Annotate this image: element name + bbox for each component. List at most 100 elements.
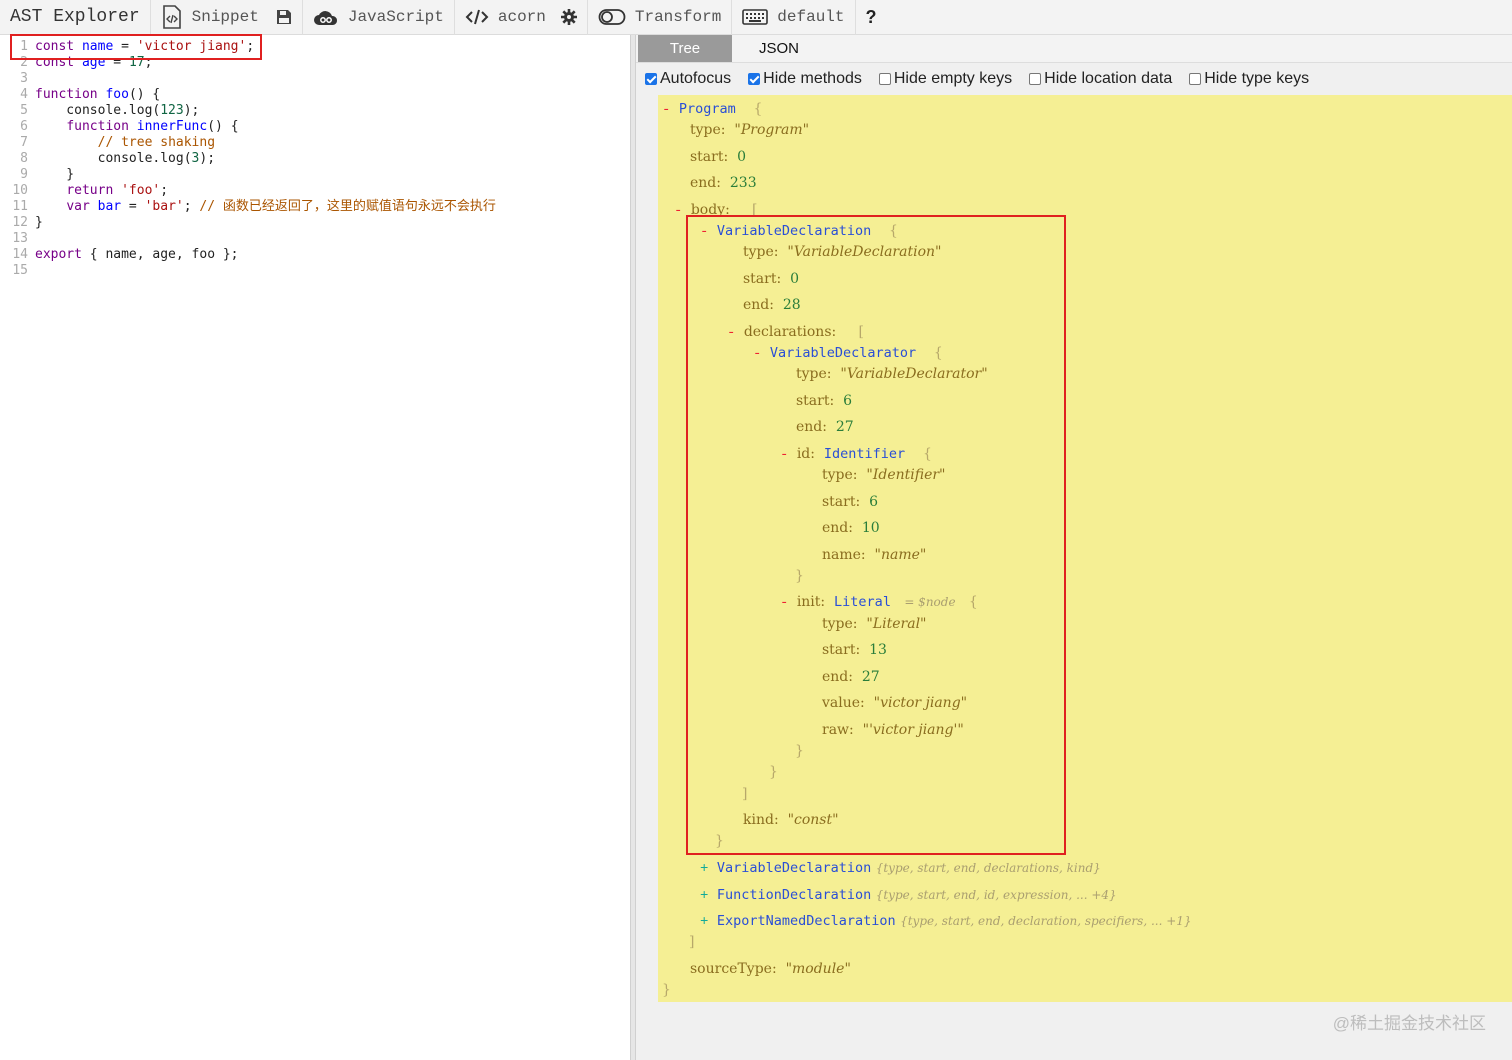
help-button[interactable]: ?: [856, 0, 887, 35]
code-token: var: [66, 199, 90, 214]
language-select[interactable]: JavaScript: [303, 0, 455, 35]
code-line[interactable]: 9 }: [0, 167, 620, 183]
line-number: 6: [20, 119, 28, 134]
transform-label: Transform: [634, 8, 722, 26]
code-token: );: [199, 151, 216, 166]
code-token: }: [35, 167, 75, 182]
line-code: function foo() {: [35, 87, 160, 103]
checkbox[interactable]: [748, 73, 761, 85]
option-hide-location-data[interactable]: Hide location data: [1020, 70, 1172, 88]
toggle-icon: [598, 8, 626, 26]
code-token: return: [66, 183, 114, 198]
expand-toggle[interactable]: +: [700, 888, 717, 904]
code-token: console.log(: [35, 103, 161, 118]
keymap-select[interactable]: default: [732, 0, 856, 35]
keymap-label: default: [777, 8, 845, 26]
code-token: // tree shaking: [97, 135, 216, 150]
checkbox-label: Autofocus: [660, 70, 732, 87]
keyboard-icon: [742, 9, 769, 25]
node-name[interactable]: Program: [679, 101, 736, 117]
code-token: innerFunc: [136, 119, 208, 134]
output-tabs: Tree JSON: [636, 35, 1512, 63]
snippet-icon: [161, 5, 183, 29]
code-token: }: [35, 215, 43, 230]
line-code: // tree shaking: [35, 135, 215, 151]
line-code: }: [35, 215, 43, 231]
tab-json[interactable]: JSON: [734, 35, 824, 62]
line-number: 12: [12, 215, 28, 230]
code-token: () {: [128, 87, 161, 102]
checkbox-label: Hide location data: [1044, 70, 1173, 87]
code-line[interactable]: 13: [0, 231, 620, 247]
code-token: 123: [160, 103, 184, 118]
line-number: 15: [12, 263, 28, 278]
tab-tree[interactable]: Tree: [638, 35, 732, 62]
tree-options: Autofocus Hide methods Hide empty keys Hide…: [636, 63, 1512, 95]
checkbox[interactable]: [878, 73, 891, 85]
line-code: export { name, age, foo };: [35, 247, 239, 263]
node-name[interactable]: VariableDeclaration: [717, 860, 871, 876]
toolbar: AST Explorer Snippet JavaScript acorn Tr…: [0, 0, 1512, 35]
code-line[interactable]: 10 return 'foo';: [0, 183, 620, 199]
code-token: ;: [160, 183, 169, 198]
gear-icon[interactable]: [560, 9, 577, 25]
option-hide-type-keys[interactable]: Hide type keys: [1180, 70, 1309, 88]
option-hide-empty-keys[interactable]: Hide empty keys: [870, 70, 1012, 88]
save-icon[interactable]: [276, 9, 292, 25]
cloud-icon: [313, 8, 339, 26]
checkbox-label: Hide type keys: [1204, 70, 1310, 87]
code-token: 'foo': [121, 183, 161, 198]
code-token: ;: [183, 199, 200, 214]
checkbox[interactable]: [645, 73, 657, 85]
language-label: JavaScript: [347, 8, 444, 26]
property-value: 0: [737, 149, 747, 165]
code-token: console.log(: [35, 151, 192, 166]
code-line[interactable]: 7 // tree shaking: [0, 135, 620, 151]
code-token: export: [35, 247, 82, 262]
node-name[interactable]: ExportNamedDeclaration: [717, 913, 896, 929]
watermark: @稀土掘金技术社区: [1332, 1014, 1486, 1033]
code-line[interactable]: 6 function innerFunc() {: [0, 119, 620, 135]
node-name[interactable]: FunctionDeclaration: [717, 887, 871, 903]
snippet-button[interactable]: Snippet: [151, 0, 303, 35]
code-editor[interactable]: 1 const name = 'victor jiang'; 2 const age …: [0, 35, 630, 1060]
code-line[interactable]: 8 console.log(3);: [0, 151, 620, 167]
option-autofocus[interactable]: Autofocus: [636, 70, 731, 88]
property-value: "Program": [734, 122, 810, 138]
code-line[interactable]: 3: [0, 71, 620, 87]
code-line[interactable]: 15: [0, 263, 620, 279]
code-line[interactable]: 12}: [0, 215, 620, 231]
code-icon: [465, 8, 489, 26]
checkbox[interactable]: [1029, 73, 1042, 85]
line-code: console.log(3);: [35, 151, 215, 167]
code-line[interactable]: 5 console.log(123);: [0, 103, 620, 119]
line-code: return 'foo';: [35, 183, 168, 199]
expand-toggle[interactable]: +: [700, 914, 717, 930]
collapse-toggle[interactable]: -: [662, 102, 679, 118]
node-summary: {type, start, end, id, expression, ... +…: [875, 888, 1117, 902]
checkbox[interactable]: [1189, 73, 1202, 85]
node-summary: {type, start, end, declarations, kind}: [875, 861, 1101, 875]
code-token: // 函数已经返回了，这里的赋值语句永远不会执行: [199, 199, 496, 214]
expand-toggle[interactable]: +: [700, 861, 717, 877]
code-line[interactable]: 4 function foo() {: [0, 87, 620, 103]
code-token: { name, age, foo };: [81, 247, 239, 262]
code-line[interactable]: 14 export { name, age, foo };: [0, 247, 620, 263]
code-token: );: [183, 103, 200, 118]
parser-select[interactable]: acorn: [455, 0, 588, 35]
property-value: "module": [785, 961, 851, 977]
code-token: function: [66, 119, 129, 134]
parser-label: acorn: [497, 8, 546, 26]
app-title: AST Explorer: [0, 0, 151, 35]
help-icon: ?: [865, 6, 877, 27]
line-number: 9: [20, 167, 28, 182]
code-line[interactable]: 11 var bar = 'bar'; // 函数已经返回了，这里的赋值语句永远…: [0, 199, 620, 215]
transform-toggle[interactable]: Transform: [588, 0, 733, 35]
line-number: 8: [20, 151, 28, 166]
option-hide-methods[interactable]: Hide methods: [739, 70, 862, 88]
